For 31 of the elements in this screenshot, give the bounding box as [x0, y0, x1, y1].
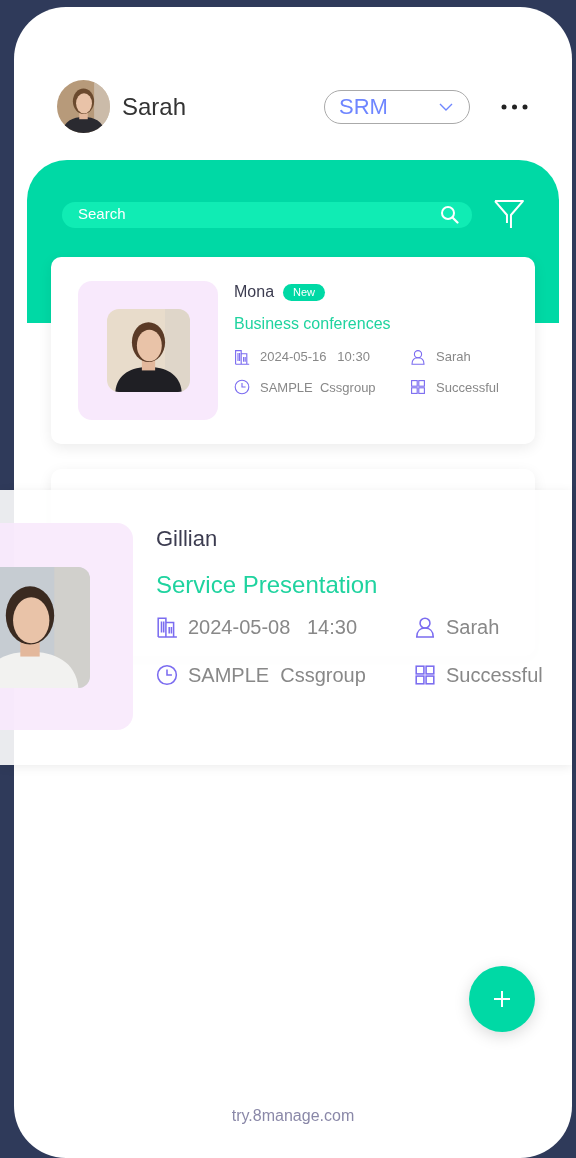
search-input[interactable]: Search	[78, 203, 441, 226]
info-text: Successful	[436, 378, 499, 397]
search-icon[interactable]	[440, 205, 460, 224]
more-icon[interactable]	[501, 103, 528, 110]
person-icon	[410, 348, 426, 365]
new-tag: New	[283, 283, 326, 301]
info-text: SAMPLE Cssgroup	[188, 663, 366, 688]
chevron-down-icon	[439, 102, 453, 111]
grid-icon	[410, 379, 426, 396]
info-text: 2024-05-16 10:30	[260, 348, 370, 366]
contact-name: Mona	[234, 282, 275, 302]
footer-text: try.8manage.com	[231, 1106, 355, 1126]
clock-icon	[156, 664, 178, 686]
info-text: 2024-05-08 14:30	[188, 615, 358, 640]
clock-icon	[234, 379, 250, 396]
search-field[interactable]: Search	[62, 201, 473, 228]
plus-icon	[494, 991, 510, 1007]
person-icon	[414, 616, 436, 638]
info-text: Sarah	[446, 615, 500, 640]
record-title: Service Presentation	[156, 570, 378, 600]
contact-name: Gillian	[156, 525, 218, 553]
building-icon	[234, 348, 250, 365]
user-name: Sarah	[122, 91, 187, 122]
info-text: Successful	[446, 663, 543, 688]
info-text: Sarah	[436, 348, 471, 366]
record-title: Business conferences	[234, 314, 392, 334]
add-button[interactable]	[469, 966, 535, 1032]
grid-icon	[414, 664, 436, 686]
filter-icon[interactable]	[494, 200, 524, 229]
info-text: SAMPLE Cssgroup	[260, 378, 376, 397]
building-icon	[156, 616, 178, 638]
